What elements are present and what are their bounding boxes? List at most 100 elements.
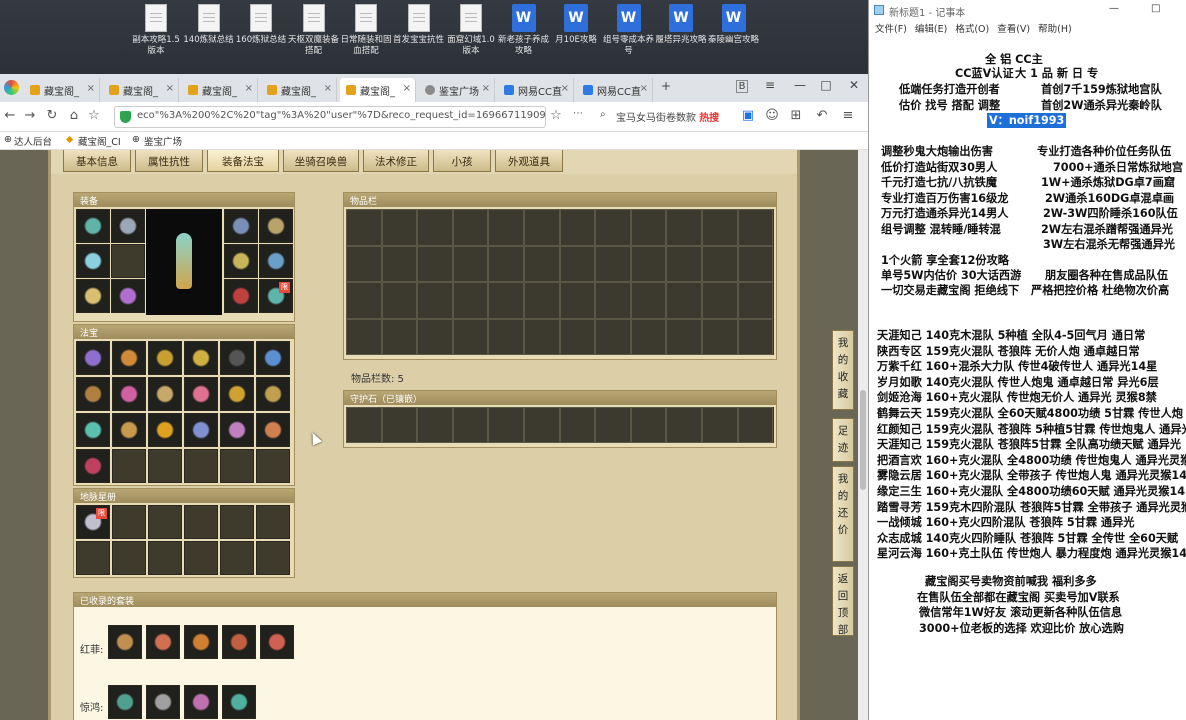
bag-cell[interactable] — [346, 282, 382, 319]
desktop-icon[interactable]: W 新老孩子养成攻略 — [498, 4, 550, 57]
fabao-slot[interactable] — [220, 341, 254, 375]
fabao-slot[interactable] — [76, 377, 110, 411]
grid-icon[interactable]: ⊞ — [788, 108, 804, 123]
bag-cell[interactable] — [559, 209, 596, 246]
dimai-slot[interactable] — [112, 505, 146, 539]
fabao-slot[interactable] — [112, 341, 146, 375]
guard-cell[interactable] — [417, 407, 453, 443]
equipment-slot[interactable] — [224, 209, 258, 243]
bag-cell[interactable] — [559, 318, 596, 355]
tab-close-icon[interactable]: × — [87, 83, 95, 94]
tab-close-icon[interactable]: × — [324, 83, 332, 94]
bag-cell[interactable] — [417, 318, 453, 355]
bag-cell[interactable] — [595, 318, 631, 355]
notepad-menu-item[interactable]: 文件(F) — [875, 24, 907, 35]
bag-cell[interactable] — [666, 245, 702, 282]
tab-close-icon[interactable]: × — [561, 83, 569, 94]
desktop-icon[interactable]: 天枢双魔装备搭配 — [288, 4, 340, 57]
bag-cell[interactable] — [702, 245, 738, 282]
guard-cell[interactable] — [381, 407, 418, 443]
browser-logo-icon[interactable] — [4, 80, 19, 95]
bag-cell[interactable] — [488, 245, 524, 282]
guard-cell[interactable] — [737, 407, 774, 443]
notepad-text-area[interactable]: 全 铝 CC主 CC蓝V认证大 1 品 新 日 专低端任务打造开创者 首创7千159… — [869, 38, 1186, 720]
bag-cell[interactable] — [417, 282, 453, 319]
bag-cell[interactable] — [559, 282, 596, 319]
set-item-jinghong[interactable] — [222, 685, 256, 719]
bag-cell[interactable] — [524, 209, 560, 246]
bag-cell[interactable] — [381, 245, 418, 282]
bag-cell[interactable] — [417, 245, 453, 282]
guard-cell[interactable] — [559, 407, 596, 443]
search-box[interactable]: ⌕ 宝马女马街卷数款 热搜 — [596, 106, 736, 128]
tab-close-icon[interactable]: × — [482, 83, 490, 94]
home-icon[interactable]: ⌂ — [66, 108, 82, 123]
desktop-icon[interactable]: 面窟幻域1.0版本 — [445, 4, 497, 57]
dimai-slot[interactable] — [148, 505, 182, 539]
equipment-slot[interactable] — [111, 209, 145, 243]
new-tab-button[interactable]: + — [658, 79, 674, 93]
bag-cell[interactable] — [737, 209, 774, 246]
bag-cell[interactable] — [666, 282, 702, 319]
desktop-icon[interactable]: 160炼狱总结 — [235, 4, 287, 46]
dimai-slot[interactable]: 限 — [76, 505, 110, 539]
set-item-hongfei[interactable] — [184, 625, 218, 659]
dimai-slot[interactable] — [112, 541, 146, 575]
dimai-slot[interactable] — [220, 541, 254, 575]
fabao-slot[interactable] — [112, 413, 146, 447]
bag-cell[interactable] — [595, 209, 631, 246]
fabao-slot[interactable] — [76, 449, 110, 483]
desktop-icon[interactable]: W 月10E攻略 — [550, 4, 602, 46]
game-tab[interactable]: 装备法宝 — [207, 150, 279, 172]
fabao-slot[interactable] — [220, 413, 254, 447]
desktop-icon[interactable]: 首发宝宝抗性 — [393, 4, 445, 46]
bookmark-item-1[interactable]: 达人后台 — [14, 134, 52, 148]
guard-cell[interactable] — [488, 407, 524, 443]
guard-cell[interactable] — [666, 407, 702, 443]
fabao-slot[interactable] — [184, 413, 218, 447]
fabao-slot[interactable] — [256, 413, 290, 447]
equipment-slot[interactable] — [76, 209, 110, 243]
fabao-slot[interactable] — [184, 377, 218, 411]
game-tab[interactable]: 小孩 — [433, 150, 491, 172]
bag-cell[interactable] — [381, 209, 418, 246]
fabao-slot[interactable] — [256, 377, 290, 411]
bag-cell[interactable] — [524, 318, 560, 355]
maximize-button[interactable]: □ — [818, 78, 834, 92]
set-item-jinghong[interactable] — [108, 685, 142, 719]
set-item-jinghong[interactable] — [184, 685, 218, 719]
game-tab[interactable]: 外观道具 — [495, 150, 563, 172]
bag-cell[interactable] — [737, 318, 774, 355]
dimai-slot[interactable] — [76, 541, 110, 575]
notepad-menu-item[interactable]: 编辑(E) — [915, 24, 947, 35]
guard-cell[interactable] — [524, 407, 560, 443]
bag-cell[interactable] — [452, 245, 489, 282]
dimai-slot[interactable] — [184, 505, 218, 539]
minimize-button[interactable]: — — [792, 78, 808, 92]
game-tab[interactable]: 法术修正 — [363, 150, 429, 172]
dimai-slot[interactable] — [256, 541, 290, 575]
bag-cell[interactable] — [381, 282, 418, 319]
bag-cell[interactable] — [488, 209, 524, 246]
fabao-slot[interactable] — [184, 341, 218, 375]
refresh-icon[interactable]: ↻ — [44, 108, 60, 123]
bag-cell[interactable] — [417, 209, 453, 246]
bag-cell[interactable] — [702, 282, 738, 319]
game-tab[interactable]: 属性抗性 — [135, 150, 203, 172]
tab-close-icon[interactable]: × — [403, 83, 411, 94]
side-nav-button[interactable]: 返回顶部 — [832, 566, 854, 636]
menu-icon[interactable]: ≡ — [762, 78, 778, 92]
bag-cell[interactable] — [346, 318, 382, 355]
bag-cell[interactable] — [630, 318, 667, 355]
equipment-slot[interactable] — [111, 244, 145, 278]
desktop-icon[interactable]: 日常随装和固血搭配 — [340, 4, 392, 57]
settings-menu-icon[interactable]: ≡ — [840, 108, 856, 123]
bag-cell[interactable] — [524, 282, 560, 319]
fabao-slot[interactable] — [148, 341, 182, 375]
game-tab[interactable]: 坐骑召唤兽 — [283, 150, 359, 172]
set-item-hongfei[interactable] — [108, 625, 142, 659]
notepad-menu-item[interactable]: 帮助(H) — [1038, 24, 1072, 35]
dimai-slot[interactable] — [148, 541, 182, 575]
extension-icon[interactable]: ▣ — [740, 108, 756, 123]
guard-cell[interactable] — [346, 407, 382, 443]
